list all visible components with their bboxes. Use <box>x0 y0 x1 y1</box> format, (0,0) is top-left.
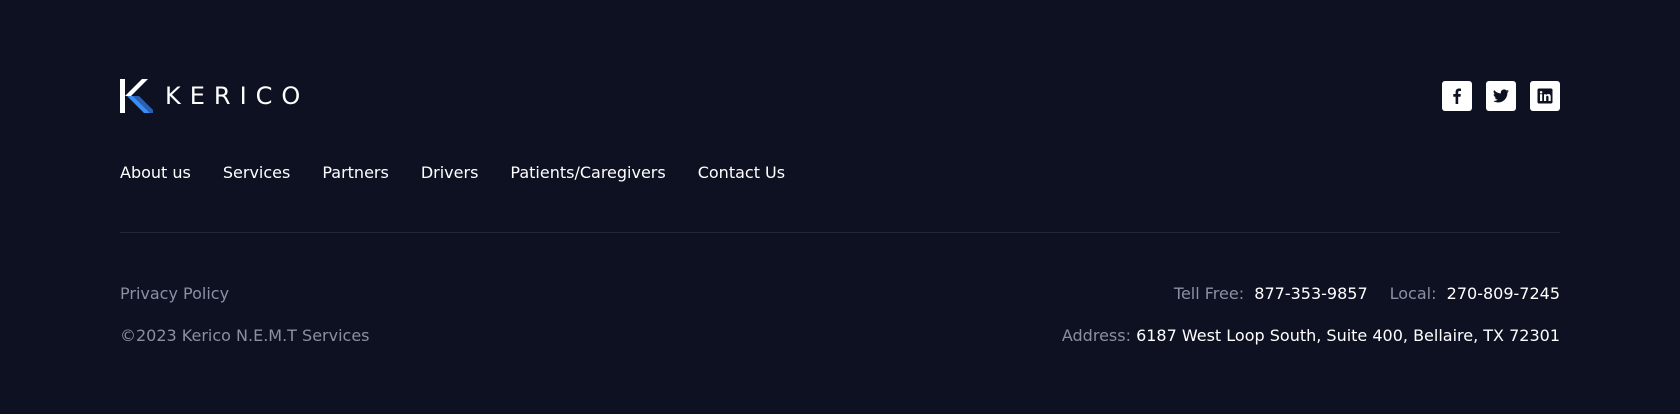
footer-divider <box>120 232 1560 233</box>
phone-numbers: Tell Free: 877-353-9857 Local: 270-809-7… <box>1062 282 1560 306</box>
address-label: Address: <box>1061 326 1131 345</box>
nav-drivers[interactable]: Drivers <box>421 160 479 186</box>
local-label: Local: <box>1389 284 1437 303</box>
brand-logo[interactable]: KERICO <box>120 79 309 113</box>
kerico-logo-icon <box>120 79 153 113</box>
address: Address: 6187 West Loop South, Suite 400… <box>1062 324 1560 348</box>
nav-about-us[interactable]: About us <box>120 160 191 186</box>
nav-contact-us[interactable]: Contact Us <box>698 160 785 186</box>
nav-partners[interactable]: Partners <box>322 160 388 186</box>
legal-block: Privacy Policy ©2023 Kerico N.E.M.T Serv… <box>120 282 370 348</box>
facebook-link[interactable] <box>1442 81 1472 111</box>
copyright-text: ©2023 Kerico N.E.M.T Services <box>120 326 370 345</box>
footer-nav: About us Services Partners Drivers Patie… <box>120 160 785 186</box>
twitter-icon <box>1493 89 1509 103</box>
toll-free-number[interactable]: 877-353-9857 <box>1254 284 1367 303</box>
linkedin-link[interactable] <box>1530 81 1560 111</box>
local-phone: Local: 270-809-7245 <box>1390 282 1560 306</box>
social-links <box>1442 81 1560 111</box>
nav-services[interactable]: Services <box>223 160 290 186</box>
linkedin-icon <box>1537 88 1553 104</box>
nav-patients-caregivers[interactable]: Patients/Caregivers <box>510 160 665 186</box>
site-footer: KERICO About us Services Partners Driver… <box>120 0 1560 414</box>
toll-free-label: Tell Free: <box>1173 284 1245 303</box>
contact-block: Tell Free: 877-353-9857 Local: 270-809-7… <box>1062 282 1560 348</box>
toll-free-phone: Tell Free: 877-353-9857 <box>1174 282 1368 306</box>
facebook-icon <box>1453 88 1461 104</box>
brand-name: KERICO <box>165 82 310 110</box>
footer-top-row: KERICO <box>120 78 1560 114</box>
address-value: 6187 West Loop South, Suite 400, Bellair… <box>1136 326 1560 345</box>
local-number[interactable]: 270-809-7245 <box>1447 284 1560 303</box>
privacy-policy-link[interactable]: Privacy Policy <box>120 282 370 306</box>
twitter-link[interactable] <box>1486 81 1516 111</box>
